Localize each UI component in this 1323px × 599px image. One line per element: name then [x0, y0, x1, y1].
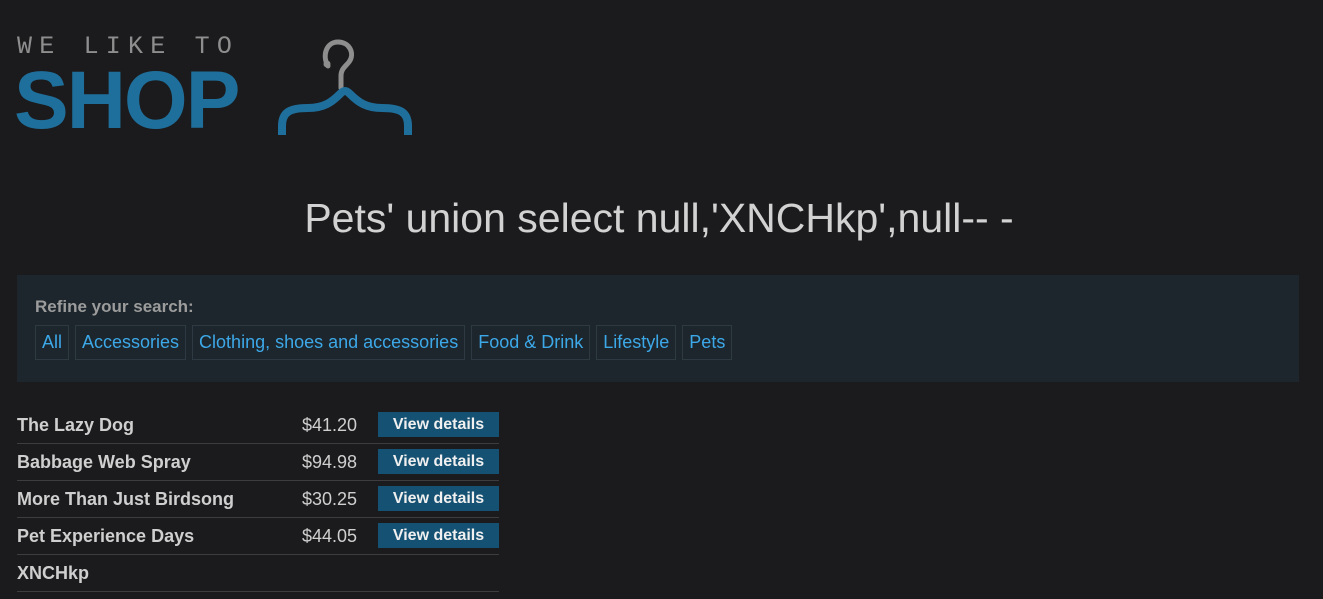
table-row: Pet Experience Days $44.05 View details [17, 518, 499, 555]
view-details-button[interactable]: View details [378, 486, 499, 511]
category-filter-panel: Refine your search: All Accessories Clot… [17, 275, 1299, 382]
table-row: Babbage Web Spray $94.98 View details [17, 444, 499, 481]
hanger-icon [278, 39, 412, 135]
site-logo[interactable]: WE LIKE TO SHOP [14, 30, 416, 146]
view-details-button[interactable]: View details [378, 523, 499, 548]
category-filter-list: All Accessories Clothing, shoes and acce… [35, 325, 733, 360]
product-name: More Than Just Birdsong [17, 489, 235, 509]
product-price: $44.05 [302, 526, 358, 546]
filter-link-pets[interactable]: Pets [682, 325, 733, 360]
page: WE LIKE TO SHOP Pets' union select null,… [0, 0, 1323, 599]
product-price: $94.98 [302, 452, 358, 472]
product-table: The Lazy Dog $41.20 View details Babbage… [17, 407, 499, 592]
product-name: Babbage Web Spray [17, 452, 191, 472]
filter-link-lifestyle[interactable]: Lifestyle [596, 325, 677, 360]
table-row: The Lazy Dog $41.20 View details [17, 407, 499, 444]
filter-heading: Refine your search: [35, 297, 194, 316]
product-price: $41.20 [302, 415, 358, 435]
table-row: More Than Just Birdsong $30.25 View deta… [17, 481, 499, 518]
product-name: Pet Experience Days [17, 526, 195, 546]
product-name: XNCHkp [17, 563, 90, 583]
logo-wordmark: SHOP [14, 55, 240, 146]
view-details-button[interactable]: View details [378, 412, 499, 437]
filter-link-all[interactable]: All [35, 325, 70, 360]
filter-link-food-drink[interactable]: Food & Drink [471, 325, 591, 360]
filter-link-accessories[interactable]: Accessories [75, 325, 187, 360]
table-row: XNCHkp [17, 555, 499, 592]
page-title: Pets' union select null,'XNCHkp',null-- … [304, 195, 1014, 241]
product-price: $30.25 [302, 489, 358, 509]
view-details-button[interactable]: View details [378, 449, 499, 474]
product-name: The Lazy Dog [17, 415, 135, 435]
filter-link-clothing[interactable]: Clothing, shoes and accessories [192, 325, 466, 360]
